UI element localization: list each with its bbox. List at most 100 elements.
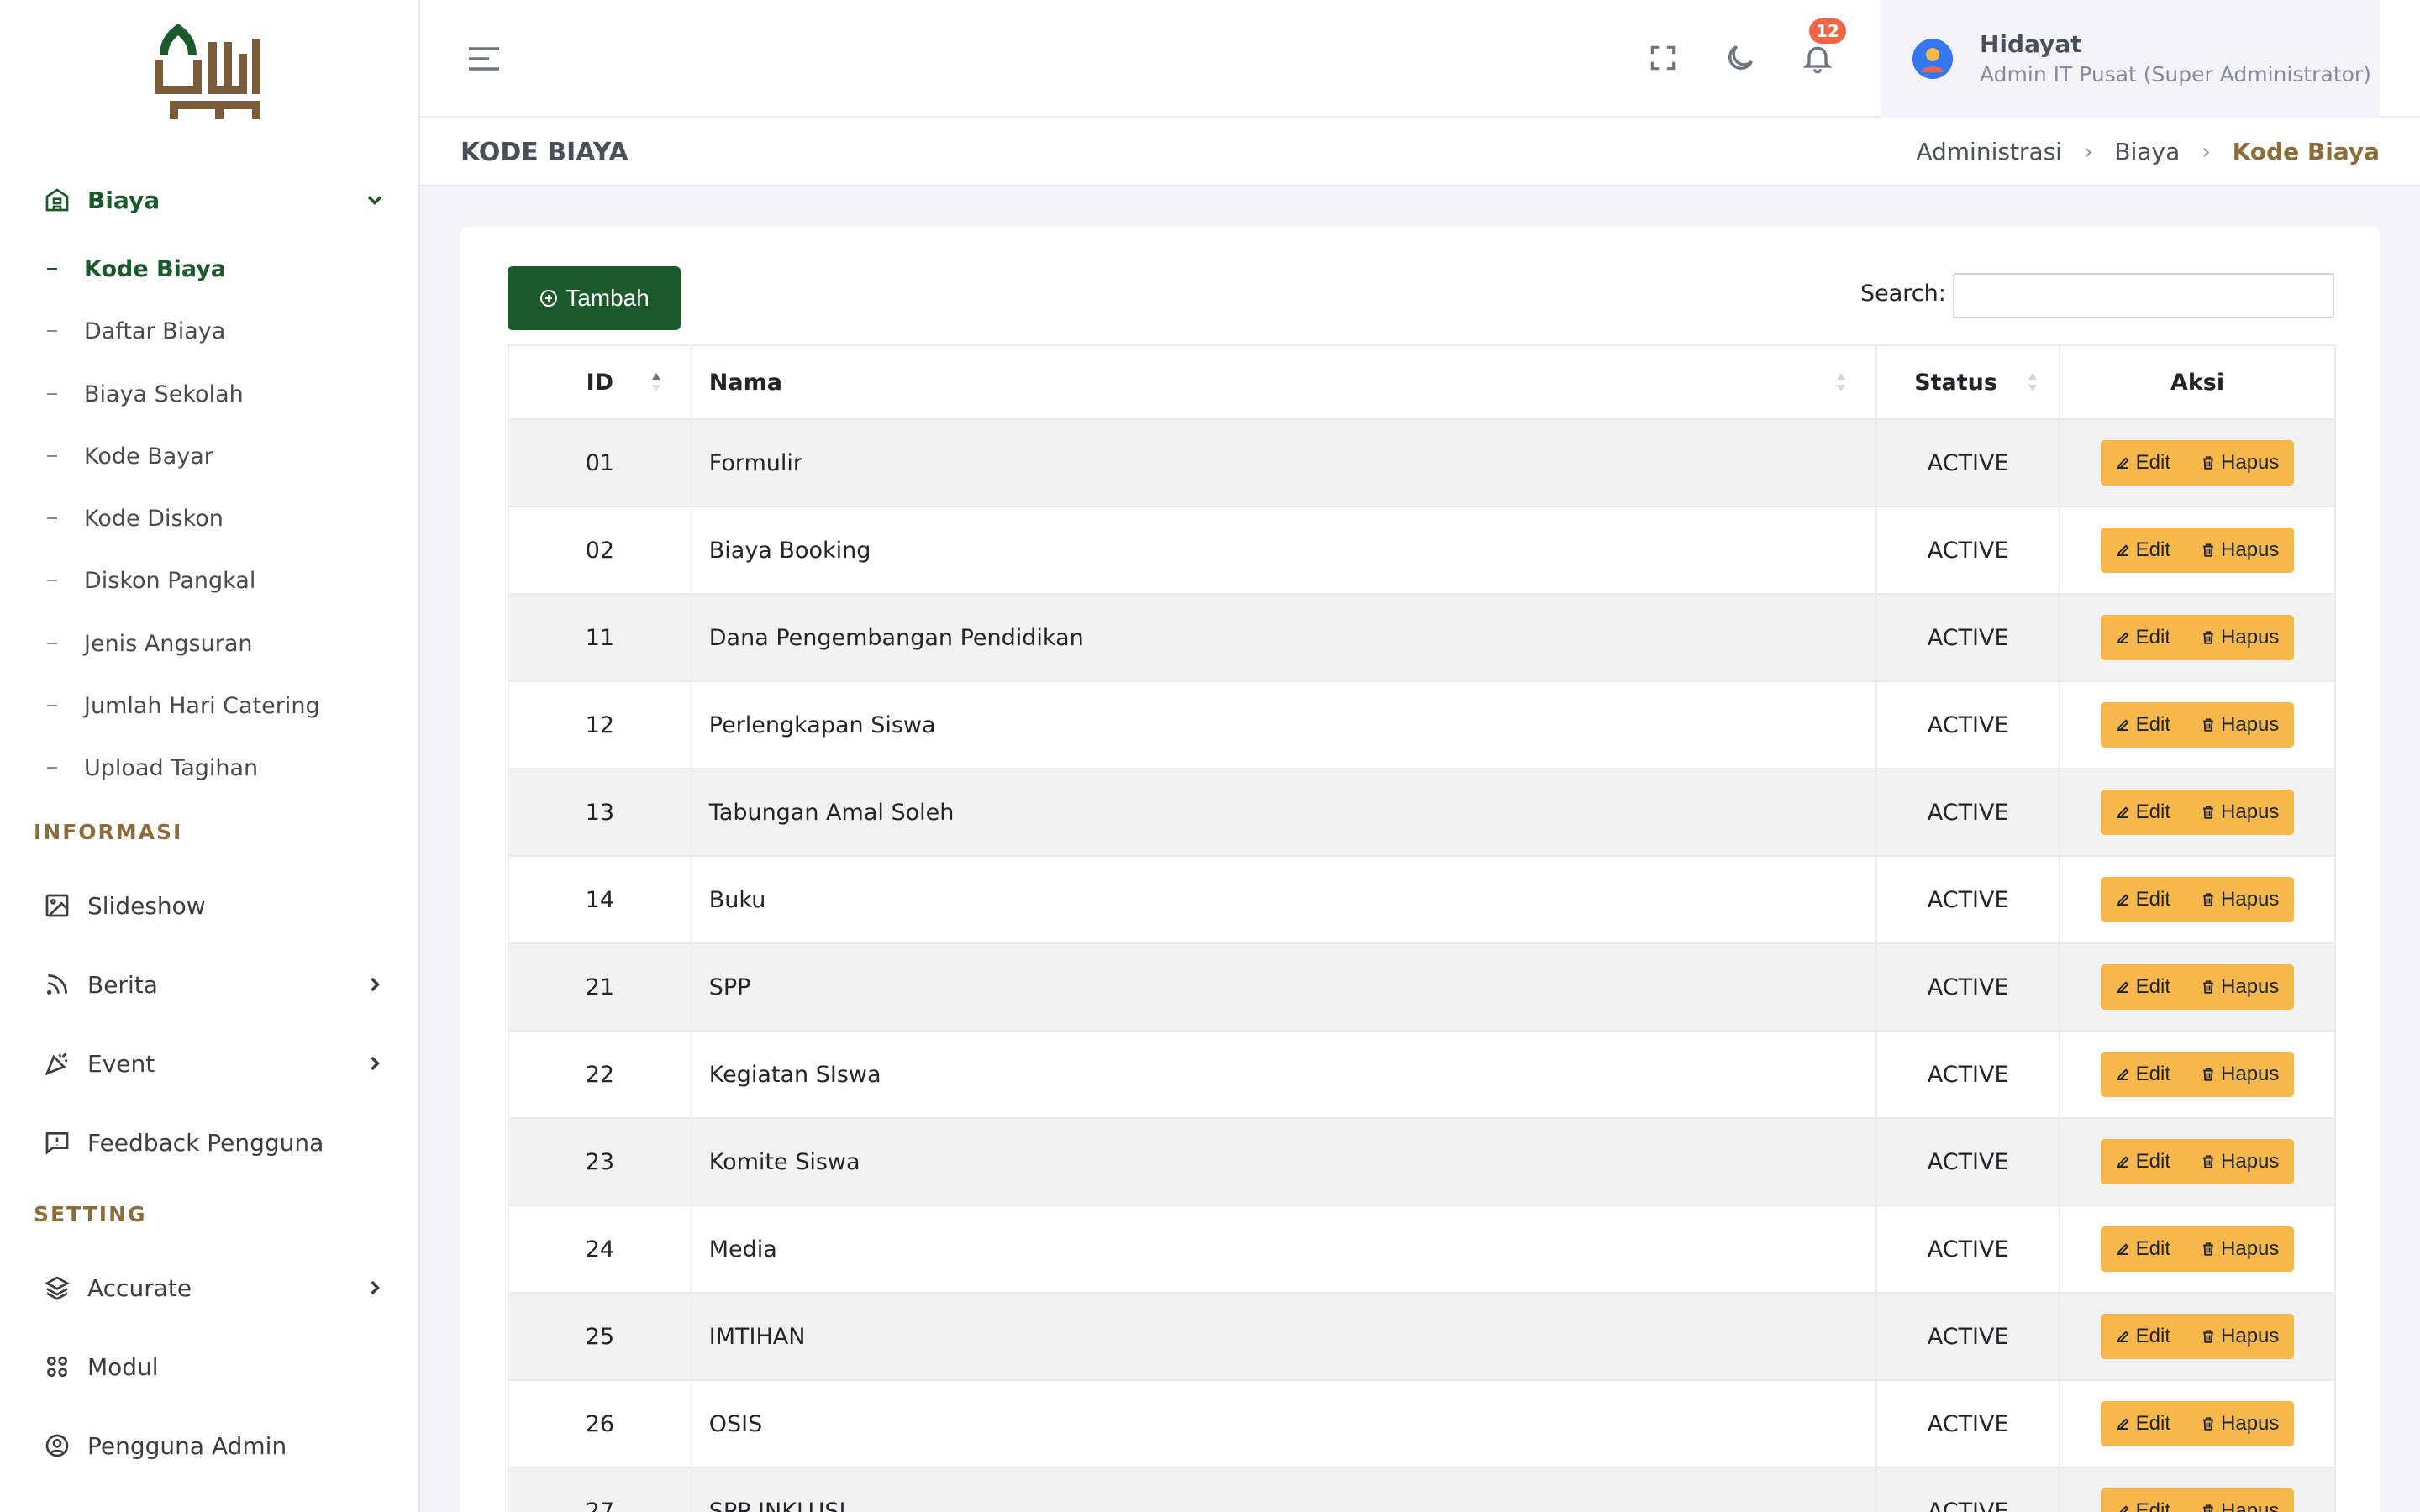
sidebar-item-berita[interactable]: Berita xyxy=(34,959,387,1010)
delete-button[interactable]: Hapus xyxy=(2186,615,2295,660)
cell-aksi: Edit Hapus xyxy=(2059,680,2336,769)
delete-button[interactable]: Hapus xyxy=(2186,790,2295,835)
sidebar-item-label: Slideshow xyxy=(87,891,206,920)
edit-button[interactable]: Edit xyxy=(2100,1401,2186,1446)
edit-button[interactable]: Edit xyxy=(2100,877,2186,922)
edit-button[interactable]: Edit xyxy=(2100,1052,2186,1097)
notification-bell-icon[interactable] xyxy=(1800,40,1835,76)
hamburger-menu-icon[interactable] xyxy=(467,44,501,74)
table-row: 25 IMTIHAN ACTIVE Edit Hapus xyxy=(508,1292,2336,1381)
pencil-icon xyxy=(2117,632,2129,644)
cell-nama: Biaya Booking xyxy=(690,506,1878,595)
delete-button[interactable]: Hapus xyxy=(2186,1139,2295,1184)
sidebar-item-event[interactable]: Event xyxy=(34,1038,387,1089)
user-profile-dropdown[interactable]: Hidayat Admin IT Pusat (Super Administra… xyxy=(1881,0,2380,118)
table-row: 14 Buku ACTIVE Edit Hapus xyxy=(508,855,2336,944)
sidebar-subitem-kode-bayar[interactable]: Kode Bayar xyxy=(47,435,213,477)
breadcrumb-item[interactable]: Biaya xyxy=(2114,138,2180,165)
edit-button[interactable]: Edit xyxy=(2100,1314,2186,1359)
edit-button[interactable]: Edit xyxy=(2100,528,2186,573)
sidebar-item-biaya[interactable]: Biaya xyxy=(34,175,387,225)
layers-icon xyxy=(40,1271,74,1305)
search-label: Search: xyxy=(1860,281,1946,307)
edit-button[interactable]: Edit xyxy=(2100,1226,2186,1272)
column-header-id[interactable]: ID xyxy=(508,344,692,420)
sidebar-subitem-kode-diskon[interactable]: Kode Diskon xyxy=(47,497,224,539)
delete-button-label: Hapus xyxy=(2221,975,2280,998)
chevron-right-icon xyxy=(371,1056,380,1071)
sidebar-subitem-upload-tagihan[interactable]: Upload Tagihan xyxy=(47,747,258,789)
sidebar-subitem-diskon-pangkal[interactable]: Diskon Pangkal xyxy=(47,559,255,601)
sidebar-subitem-biaya-sekolah[interactable]: Biaya Sekolah xyxy=(47,373,244,415)
table-row: 12 Perlengkapan Siswa ACTIVE Edit Hapus xyxy=(508,680,2336,769)
action-button-group: Edit Hapus xyxy=(2100,790,2295,835)
cell-id: 01 xyxy=(508,418,692,507)
sidebar-item-label: Event xyxy=(87,1049,155,1078)
edit-button-label: Edit xyxy=(2135,1063,2171,1085)
chevron-right-icon xyxy=(371,977,380,992)
delete-button[interactable]: Hapus xyxy=(2186,1314,2295,1359)
delete-button[interactable]: Hapus xyxy=(2186,1488,2295,1512)
delete-button[interactable]: Hapus xyxy=(2186,440,2295,486)
sidebar-item-feedback-pengguna[interactable]: Feedback Pengguna xyxy=(34,1117,387,1168)
sidebar-item-modul[interactable]: Modul xyxy=(34,1341,387,1392)
edit-button[interactable]: Edit xyxy=(2100,702,2186,748)
edit-button[interactable]: Edit xyxy=(2100,964,2186,1010)
edit-button[interactable]: Edit xyxy=(2100,790,2186,835)
delete-button[interactable]: Hapus xyxy=(2186,1226,2295,1272)
delete-button[interactable]: Hapus xyxy=(2186,528,2295,573)
search-input[interactable] xyxy=(1953,273,2334,318)
cell-aksi: Edit Hapus xyxy=(2059,768,2336,857)
pencil-icon xyxy=(2117,1331,2129,1343)
breadcrumb-item[interactable]: Administrasi xyxy=(1916,138,2062,165)
sidebar-item-label: Modul xyxy=(87,1352,159,1381)
cell-aksi: Edit Hapus xyxy=(2059,1205,2336,1294)
dark-mode-moon-icon[interactable] xyxy=(1723,40,1758,76)
cell-status: ACTIVE xyxy=(1876,942,2061,1032)
edit-button-label: Edit xyxy=(2135,1325,2171,1347)
delete-button[interactable]: Hapus xyxy=(2186,1052,2295,1097)
fullscreen-icon[interactable] xyxy=(1645,40,1681,76)
delete-button[interactable]: Hapus xyxy=(2186,1401,2295,1446)
cell-status: ACTIVE xyxy=(1876,1467,2061,1512)
action-button-group: Edit Hapus xyxy=(2100,615,2295,660)
trash-icon xyxy=(2203,631,2214,644)
delete-button-label: Hapus xyxy=(2221,1063,2280,1085)
action-button-group: Edit Hapus xyxy=(2100,877,2295,922)
sidebar-item-slideshow[interactable]: Slideshow xyxy=(34,880,387,931)
cell-id: 22 xyxy=(508,1030,692,1119)
edit-button[interactable]: Edit xyxy=(2100,440,2186,486)
page-header: KODE BIAYA Administrasi › Biaya › Kode B… xyxy=(420,118,2420,186)
sidebar: Biaya Kode Biaya Daftar Biaya Biaya Seko… xyxy=(0,0,420,1512)
cell-aksi: Edit Hapus xyxy=(2059,942,2336,1032)
column-header-status[interactable]: Status xyxy=(1876,344,2061,420)
edit-button-label: Edit xyxy=(2135,1499,2171,1512)
trash-icon xyxy=(2203,543,2214,557)
cell-id: 27 xyxy=(508,1467,692,1512)
add-button[interactable]: Tambah xyxy=(508,266,681,330)
edit-button[interactable]: Edit xyxy=(2100,1139,2186,1184)
edit-button-label: Edit xyxy=(2135,1150,2171,1173)
delete-button[interactable]: Hapus xyxy=(2186,964,2295,1010)
edit-button[interactable]: Edit xyxy=(2100,615,2186,660)
sidebar-subitem-jenis-angsuran[interactable]: Jenis Angsuran xyxy=(47,622,253,664)
sidebar-subitem-daftar-biaya[interactable]: Daftar Biaya xyxy=(47,310,225,352)
delete-button-label: Hapus xyxy=(2221,1499,2280,1512)
sidebar-item-accurate[interactable]: Accurate xyxy=(34,1263,387,1313)
trash-icon xyxy=(2203,806,2214,819)
sidebar-subitem-jumlah-hari-catering[interactable]: Jumlah Hari Catering xyxy=(47,685,320,727)
content-card: Tambah Search: ID Nama Status Aksi 01 Fo… xyxy=(460,227,2380,1512)
edit-button[interactable]: Edit xyxy=(2100,1488,2186,1512)
cell-id: 13 xyxy=(508,768,692,857)
cell-status: ACTIVE xyxy=(1876,1030,2061,1119)
delete-button[interactable]: Hapus xyxy=(2186,877,2295,922)
sidebar-subitem-kode-biaya[interactable]: Kode Biaya xyxy=(47,248,226,290)
table-row: 02 Biaya Booking ACTIVE Edit Hapus xyxy=(508,506,2336,595)
column-header-nama[interactable]: Nama xyxy=(690,344,1878,420)
chevron-right-icon: › xyxy=(2202,139,2211,165)
cell-id: 23 xyxy=(508,1117,692,1206)
cell-aksi: Edit Hapus xyxy=(2059,855,2336,944)
sidebar-item-pengguna-admin[interactable]: Pengguna Admin xyxy=(34,1420,387,1471)
delete-button[interactable]: Hapus xyxy=(2186,702,2295,748)
party-icon xyxy=(40,1047,74,1080)
